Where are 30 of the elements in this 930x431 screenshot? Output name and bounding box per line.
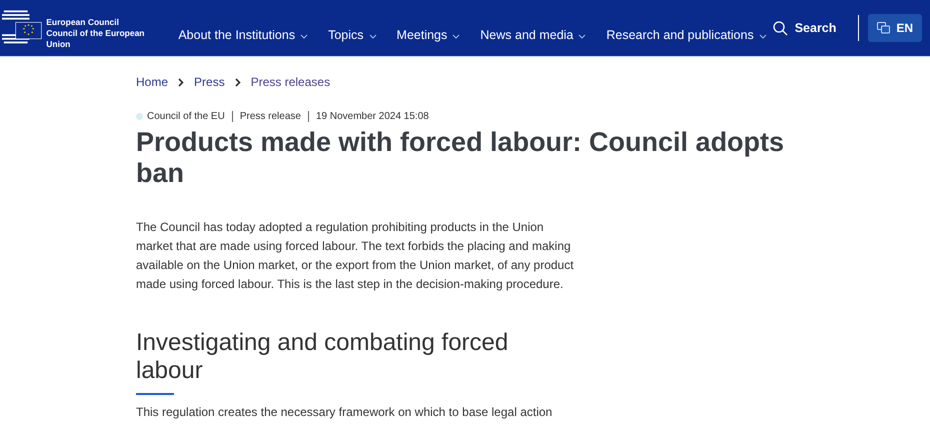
intro-paragraph: The Council has today adopted a regulation prohibiting products in the Union market that are made using forced labour. The text forbids the placing and making available on the Union market, or the export from the Union market, of any product made using forced labour. This is the last step in the decision-making procedure. — [136, 219, 575, 293]
meta-text: Press release — [240, 111, 301, 122]
language-icon — [877, 22, 890, 34]
page-title: Products made with forced labour: Council adopts ban — [136, 127, 786, 189]
nav-menu-item[interactable]: About the Institutions — [178, 28, 308, 42]
search-icon — [772, 20, 788, 36]
caret-icon — [368, 34, 377, 39]
caret-icon — [300, 34, 308, 39]
breadcrumb-link[interactable]: Press releases — [250, 75, 330, 89]
caret-icon — [758, 34, 767, 39]
language-button[interactable]: EN — [868, 14, 922, 42]
meta-text: Council of the EU — [147, 111, 225, 122]
breadcrumb-link[interactable]: Home — [136, 75, 168, 89]
body-paragraph: This regulation creates the necessary framework on which to base legal action — [136, 405, 554, 419]
caret-icon — [578, 34, 586, 39]
meta-text: 19 November 2024 15:08 — [316, 111, 429, 122]
breadcrumb-link[interactable]: Press — [194, 75, 225, 89]
logo-text: Council of the European Union — [46, 28, 146, 50]
search-button[interactable]: Search — [766, 20, 842, 36]
status-dot — [136, 113, 143, 120]
caret-icon — [452, 34, 460, 39]
nav-menu-item[interactable]: Research and publications — [606, 28, 767, 42]
chevron-icon — [234, 78, 241, 86]
chevron-icon — [178, 78, 184, 86]
nav-menu-item[interactable]: Topics — [328, 28, 377, 42]
nav-menu-item[interactable]: Meetings — [396, 28, 460, 42]
logo-link[interactable]: European Council Council of the European Union — [2, 2, 160, 50]
section-heading: Investigating and combating forced labour — [136, 329, 510, 385]
logo-text: European Council — [46, 16, 120, 28]
nav-menu-item[interactable]: News and media — [480, 28, 586, 42]
